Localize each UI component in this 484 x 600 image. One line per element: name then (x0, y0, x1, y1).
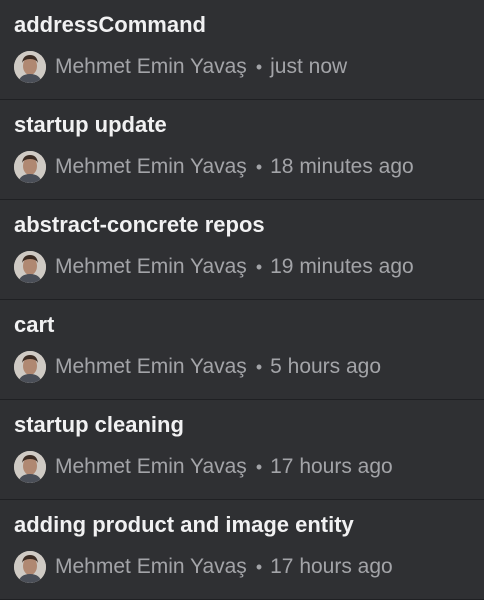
commit-time: 19 minutes ago (270, 255, 414, 278)
avatar-icon (14, 51, 46, 83)
author-name: Mehmet Emin Yavaş (55, 455, 247, 478)
commit-title: startup update (14, 112, 167, 137)
avatar-icon (14, 351, 46, 383)
commit-row[interactable]: abstract-concrete repos Mehmet Emin Yava… (0, 200, 484, 300)
commit-row[interactable]: cart Mehmet Emin Yavaş • 5 hours ago (0, 300, 484, 400)
meta-separator: • (255, 56, 263, 77)
commit-row[interactable]: startup update Mehmet Emin Yavaş • 18 mi… (0, 100, 484, 200)
commit-title: startup cleaning (14, 412, 184, 437)
commit-meta: Mehmet Emin Yavaş • 17 hours ago (14, 551, 393, 583)
commit-meta: Mehmet Emin Yavaş • 19 minutes ago (14, 251, 414, 283)
author-name: Mehmet Emin Yavaş (55, 155, 247, 178)
meta-separator: • (255, 156, 263, 177)
commit-title: cart (14, 312, 55, 337)
commit-time: just now (270, 55, 348, 78)
commit-row[interactable]: addressCommand Mehmet Emin Yavaş • just … (0, 0, 484, 100)
commit-meta: Mehmet Emin Yavaş • 18 minutes ago (14, 151, 414, 183)
meta-separator: • (255, 256, 263, 277)
commit-meta: Mehmet Emin Yavaş • just now (14, 51, 347, 83)
commit-time: 5 hours ago (270, 355, 382, 378)
commit-time: 17 hours ago (270, 455, 393, 478)
commit-title: adding product and image entity (14, 512, 354, 537)
commit-list: addressCommand Mehmet Emin Yavaş • just … (0, 0, 484, 600)
author-name: Mehmet Emin Yavaş (55, 55, 247, 78)
avatar-icon (14, 151, 46, 183)
avatar-icon (14, 451, 46, 483)
meta-separator: • (255, 356, 263, 377)
avatar-icon (14, 251, 46, 283)
meta-separator: • (255, 556, 263, 577)
commit-title: abstract-concrete repos (14, 212, 265, 237)
commit-time: 17 hours ago (270, 555, 393, 578)
meta-separator: • (255, 456, 263, 477)
avatar-icon (14, 551, 46, 583)
author-name: Mehmet Emin Yavaş (55, 355, 247, 378)
author-name: Mehmet Emin Yavaş (55, 555, 247, 578)
commit-meta: Mehmet Emin Yavaş • 5 hours ago (14, 351, 381, 383)
commit-meta: Mehmet Emin Yavaş • 17 hours ago (14, 451, 393, 483)
author-name: Mehmet Emin Yavaş (55, 255, 247, 278)
commit-time: 18 minutes ago (270, 155, 414, 178)
commit-row[interactable]: adding product and image entity Mehmet E… (0, 500, 484, 600)
commit-title: addressCommand (14, 12, 206, 37)
commit-row[interactable]: startup cleaning Mehmet Emin Yavaş • 17 … (0, 400, 484, 500)
